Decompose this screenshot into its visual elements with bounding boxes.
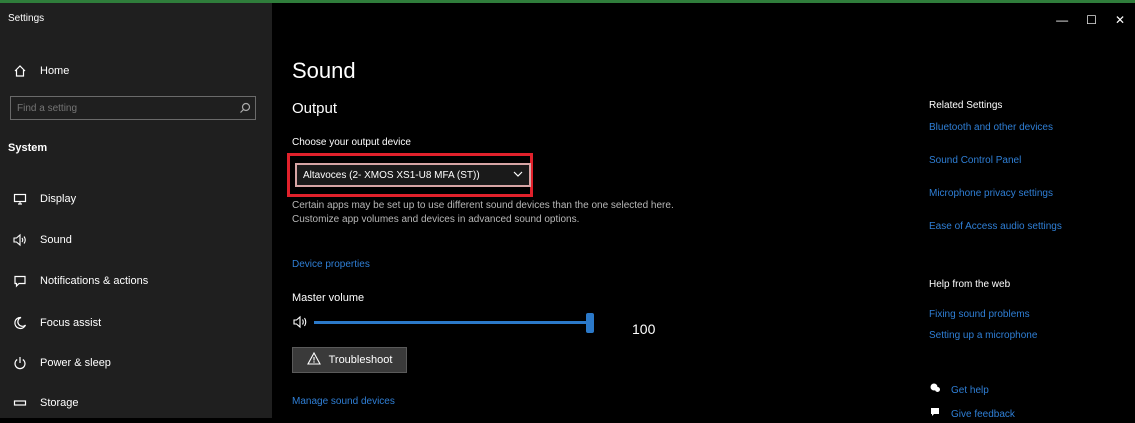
sidebar-item-label: Home xyxy=(40,65,70,77)
search-icon[interactable] xyxy=(235,102,255,114)
search-input[interactable] xyxy=(11,101,235,115)
sidebar-item-display[interactable]: Display xyxy=(8,185,264,213)
output-device-label: Choose your output device xyxy=(292,137,411,148)
search-box[interactable] xyxy=(10,96,256,120)
sidebar-item-label: Power & sleep xyxy=(40,357,111,369)
sidebar-item-focus-assist[interactable]: Focus assist xyxy=(8,309,264,337)
get-help-link[interactable]: Get help xyxy=(951,385,989,396)
give-feedback-row[interactable]: Give feedback xyxy=(929,405,1015,423)
speaker-icon xyxy=(8,233,32,247)
sidebar-item-home[interactable]: Home xyxy=(8,57,264,85)
link-microphone-privacy[interactable]: Microphone privacy settings xyxy=(929,188,1053,199)
device-properties-link[interactable]: Device properties xyxy=(292,259,370,270)
power-icon xyxy=(8,356,32,370)
section-label-system: System xyxy=(8,142,48,154)
maximize-button[interactable]: ☐ xyxy=(1086,13,1097,27)
sidebar-item-notifications[interactable]: Notifications & actions xyxy=(8,267,264,295)
volume-slider-thumb[interactable] xyxy=(586,313,594,333)
troubleshoot-label: Troubleshoot xyxy=(328,354,393,366)
sidebar-item-sound[interactable]: Sound xyxy=(8,226,264,254)
feedback-icon xyxy=(929,405,941,423)
master-volume-slider[interactable] xyxy=(314,321,590,324)
related-settings-header: Related Settings xyxy=(929,100,1003,111)
sidebar: Settings Home System Display Sound Notif… xyxy=(0,3,272,418)
output-info-text: Certain apps may be set up to use differ… xyxy=(292,200,674,225)
master-volume-label: Master volume xyxy=(292,292,365,304)
link-setting-up-microphone[interactable]: Setting up a microphone xyxy=(929,330,1037,341)
link-bluetooth-devices[interactable]: Bluetooth and other devices xyxy=(929,122,1053,133)
link-sound-control-panel[interactable]: Sound Control Panel xyxy=(929,155,1021,166)
moon-icon xyxy=(8,316,32,330)
window-controls: — ☐ ✕ xyxy=(1056,13,1125,27)
notifications-icon xyxy=(8,274,32,288)
sidebar-item-power-sleep[interactable]: Power & sleep xyxy=(8,349,264,377)
troubleshoot-button[interactable]: Troubleshoot xyxy=(292,347,407,373)
window-title: Settings xyxy=(8,13,45,24)
get-help-icon xyxy=(929,381,941,399)
sidebar-item-label: Display xyxy=(40,193,77,205)
page-title: Sound xyxy=(292,58,356,83)
main-panel: — ☐ ✕ Sound Output Choose your output de… xyxy=(272,3,1135,420)
home-icon xyxy=(8,64,32,78)
output-device-value: Altavoces (2- XMOS XS1-U8 MFA (ST)) xyxy=(303,169,480,181)
sidebar-item-label: Notifications & actions xyxy=(40,275,149,287)
sidebar-item-storage[interactable]: Storage xyxy=(8,389,264,417)
volume-icon[interactable] xyxy=(292,314,310,335)
help-header: Help from the web xyxy=(929,279,1011,290)
sidebar-item-label: Storage xyxy=(40,397,79,409)
get-help-row[interactable]: Get help xyxy=(929,381,989,399)
minimize-button[interactable]: — xyxy=(1056,13,1068,27)
close-button[interactable]: ✕ xyxy=(1115,13,1125,27)
manage-sound-devices-link[interactable]: Manage sound devices xyxy=(292,396,395,407)
display-icon xyxy=(8,192,32,206)
link-fixing-sound-problems[interactable]: Fixing sound problems xyxy=(929,309,1030,320)
sidebar-item-label: Focus assist xyxy=(40,317,102,329)
sidebar-item-label: Sound xyxy=(40,234,72,246)
output-device-dropdown[interactable]: Altavoces (2- XMOS XS1-U8 MFA (ST)) xyxy=(295,163,531,187)
storage-icon xyxy=(8,396,32,410)
volume-value: 100 xyxy=(632,321,656,337)
chevron-down-icon xyxy=(513,170,523,181)
section-header-output: Output xyxy=(292,100,338,117)
warning-icon xyxy=(306,351,321,368)
link-ease-of-access-audio[interactable]: Ease of Access audio settings xyxy=(929,221,1062,232)
